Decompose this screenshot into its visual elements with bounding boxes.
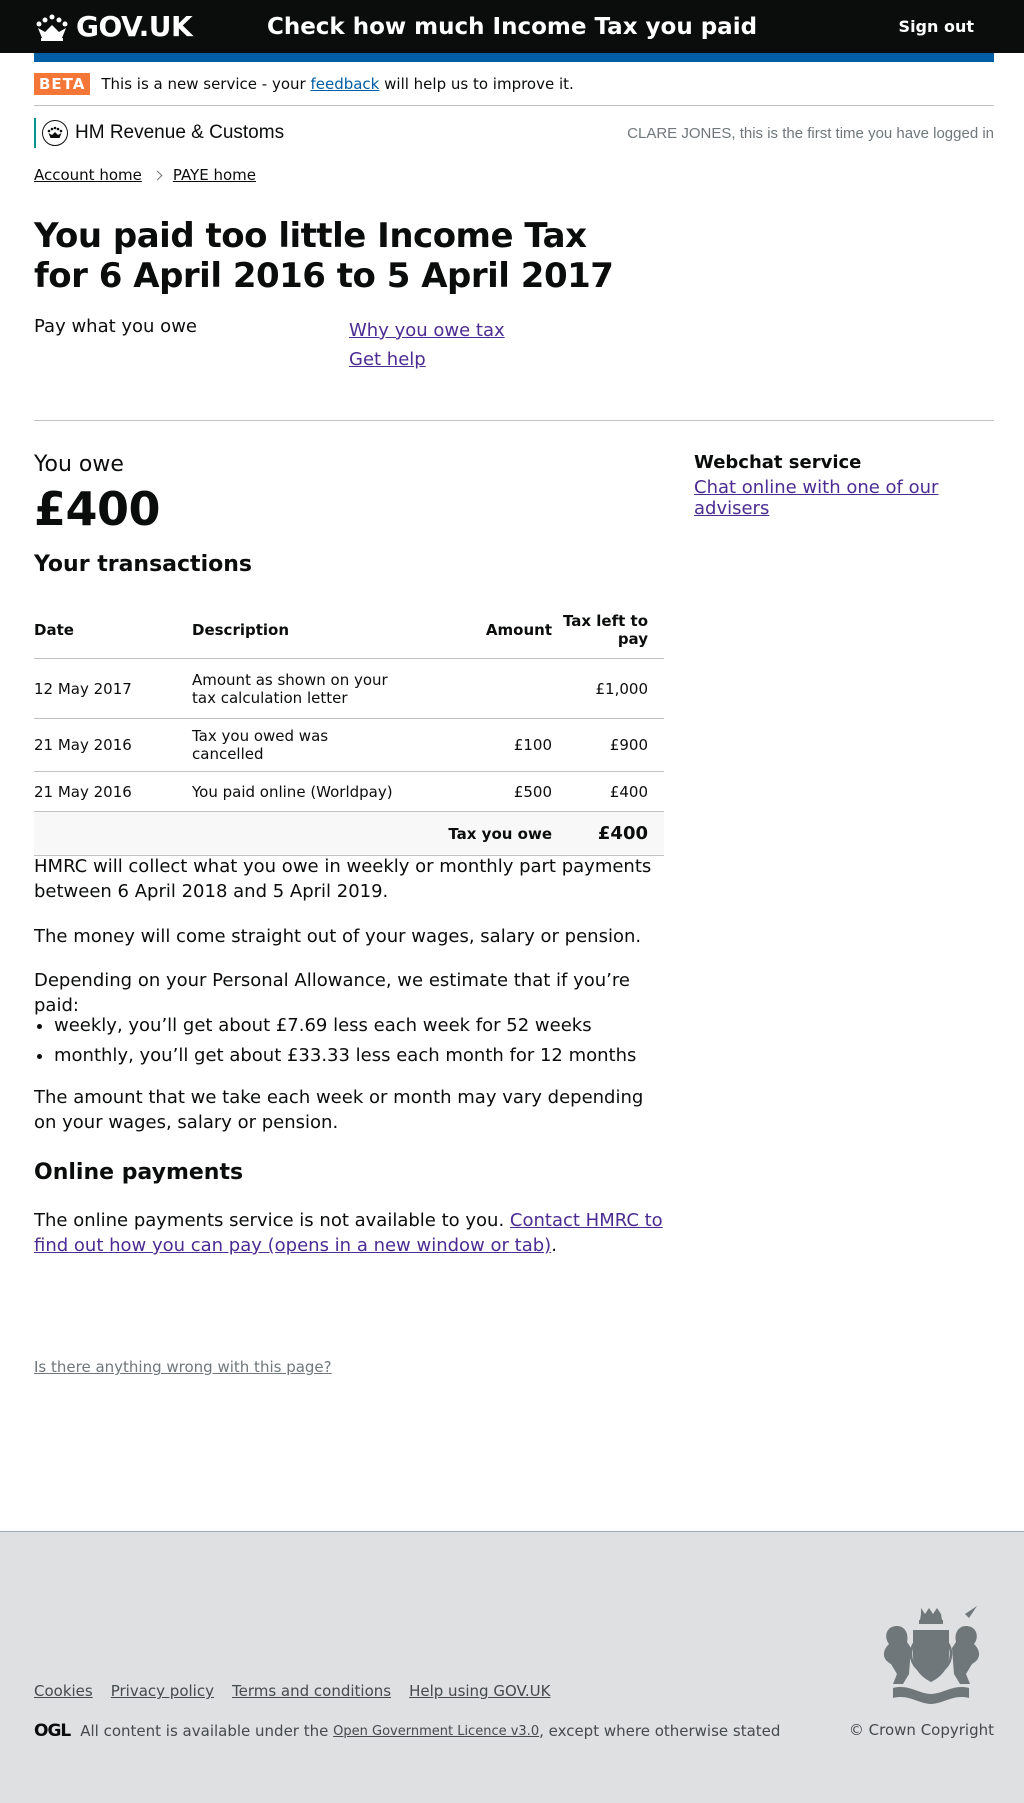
cell-description: You paid online (Worldpay) xyxy=(192,771,412,812)
cell-tax-left: £900 xyxy=(552,718,664,772)
cell-description: Tax you owed was cancelled xyxy=(192,718,412,772)
royal-coat-of-arms-icon xyxy=(883,1606,980,1704)
cell-description: Amount as shown on your tax calculation … xyxy=(192,658,412,719)
phase-banner: BETA This is a new service - your feedba… xyxy=(34,62,994,106)
page-title: You paid too little Income Tax for 6 Apr… xyxy=(34,216,614,296)
licence-statement: OGL All content is available under the O… xyxy=(34,1721,780,1741)
govuk-logo-text: GOV.UK xyxy=(76,10,193,43)
total-amount: £400 xyxy=(552,811,664,856)
table-total-row: Tax you owe £400 xyxy=(34,811,664,856)
header-blue-bar xyxy=(34,53,994,62)
cell-tax-left: £1,000 xyxy=(552,658,664,719)
wages-paragraph: The money will come straight out of your… xyxy=(34,926,642,947)
table-row: 21 May 2016 Tax you owed was cancelled £… xyxy=(34,718,664,772)
transactions-table: Date Description Amount Tax left to pay … xyxy=(34,602,664,856)
footer: Cookies Privacy policy Terms and conditi… xyxy=(0,1531,1024,1803)
list-item: weekly, you’ll get about £7.69 less each… xyxy=(54,1011,994,1041)
hmrc-row: HM Revenue & Customs CLARE JONES, this i… xyxy=(34,118,994,148)
sidebar: Webchat service Chat online with one of … xyxy=(694,452,994,519)
report-problem: Is there anything wrong with this page? xyxy=(34,1358,994,1376)
online-payments-text: The online payments service is not avail… xyxy=(34,1210,505,1231)
cell-tax-left: £400 xyxy=(552,771,664,812)
footer-link-privacy[interactable]: Privacy policy xyxy=(111,1682,214,1700)
breadcrumb-paye-home[interactable]: PAYE home xyxy=(173,166,256,184)
cell-date: 12 May 2017 xyxy=(34,658,192,719)
footer-link-terms[interactable]: Terms and conditions xyxy=(232,1682,391,1700)
col-tax-left: Tax left to pay xyxy=(552,602,664,659)
online-payments-end: . xyxy=(551,1235,557,1256)
licence-text-before: All content is available under the xyxy=(80,1722,329,1740)
breadcrumb: Account home PAYE home xyxy=(34,166,994,184)
govuk-logo-link[interactable]: GOV.UK xyxy=(34,10,193,43)
footer-links: Cookies Privacy policy Terms and conditi… xyxy=(34,1682,568,1700)
total-label: Tax you owe xyxy=(412,811,552,856)
table-header-row: Date Description Amount Tax left to pay xyxy=(34,602,664,659)
hmrc-brand: HM Revenue & Customs xyxy=(34,118,284,148)
estimate-list: weekly, you’ll get about £7.69 less each… xyxy=(34,1011,994,1071)
beta-tag: BETA xyxy=(34,72,91,95)
col-amount: Amount xyxy=(412,602,552,659)
cell-amount: £100 xyxy=(412,718,552,772)
crown-icon xyxy=(36,14,68,41)
ogl-logo: OGL xyxy=(34,1721,71,1741)
footer-link-help[interactable]: Help using GOV.UK xyxy=(409,1682,550,1700)
cell-date: 21 May 2016 xyxy=(34,718,192,772)
webchat-link[interactable]: Chat online with one of our advisers xyxy=(694,477,938,519)
report-problem-link[interactable]: Is there anything wrong with this page? xyxy=(34,1358,332,1376)
why-you-owe-tax-link[interactable]: Why you owe tax xyxy=(349,316,505,345)
sign-out-link[interactable]: Sign out xyxy=(899,17,990,36)
licence-text-after: , except where otherwise stated xyxy=(539,1722,781,1740)
crown-copyright-link[interactable]: © Crown Copyright xyxy=(849,1721,994,1739)
chevron-right-icon xyxy=(152,170,163,180)
online-payments-paragraph: The online payments service is not avail… xyxy=(34,1208,664,1258)
collection-paragraph: HMRC will collect what you owe in weekly… xyxy=(34,856,652,902)
cell-date: 21 May 2016 xyxy=(34,771,192,812)
transactions-heading: Your transactions xyxy=(34,552,252,577)
table-row: 21 May 2016 You paid online (Worldpay) £… xyxy=(34,771,664,812)
online-payments-heading: Online payments xyxy=(34,1160,244,1185)
pay-what-you-owe-label: Pay what you owe xyxy=(34,316,197,337)
hmrc-brand-name: HM Revenue & Customs xyxy=(75,122,285,143)
section-divider xyxy=(34,420,994,421)
feedback-link[interactable]: feedback xyxy=(310,75,379,93)
footer-link-cookies[interactable]: Cookies xyxy=(34,1682,93,1700)
table-row: 12 May 2017 Amount as shown on your tax … xyxy=(34,658,664,719)
webchat-heading: Webchat service xyxy=(694,452,862,473)
sub-links: Why you owe tax Get help xyxy=(349,316,505,374)
get-help-link[interactable]: Get help xyxy=(349,345,505,374)
breadcrumb-account-home[interactable]: Account home xyxy=(34,166,142,184)
service-name-link[interactable]: Check how much Income Tax you paid xyxy=(267,14,757,40)
col-date: Date xyxy=(34,602,192,659)
govuk-header: GOV.UK Check how much Income Tax you pai… xyxy=(0,0,1024,62)
cell-amount: £500 xyxy=(412,771,552,812)
login-message: CLARE JONES, this is the first time you … xyxy=(627,124,994,142)
sub-nav-row: Pay what you owe Why you owe tax Get hel… xyxy=(34,316,734,376)
phase-text-after: will help us to improve it. xyxy=(384,74,574,93)
col-description: Description xyxy=(192,602,412,659)
open-government-licence-link[interactable]: Open Government Licence v3.0 xyxy=(333,1724,539,1739)
variation-paragraph: The amount that we take each week or mon… xyxy=(34,1087,644,1133)
hmrc-crest-icon xyxy=(42,120,68,146)
cell-amount xyxy=(412,658,552,719)
list-item: monthly, you’ll get about £33.33 less ea… xyxy=(54,1041,994,1071)
phase-text-before: This is a new service - your xyxy=(101,74,306,93)
